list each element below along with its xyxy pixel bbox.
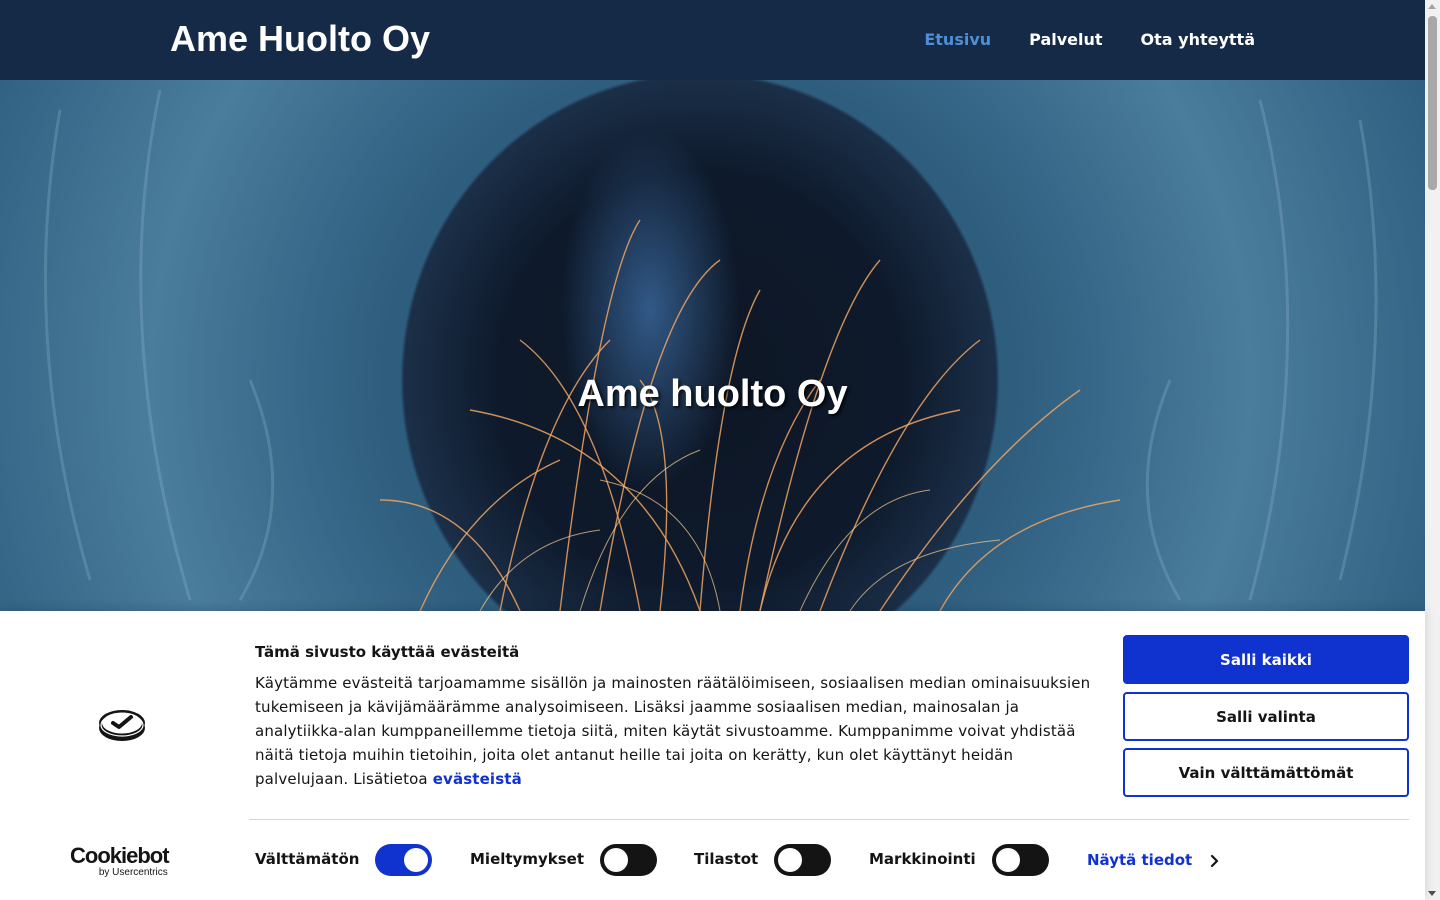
necessary-only-button[interactable]: Vain välttämättömät [1123, 748, 1409, 797]
toggle-knob [404, 848, 428, 872]
site-brand[interactable]: Ame Huolto Oy [170, 18, 430, 60]
cookie-banner-divider [249, 819, 1409, 820]
toggle-statistics-switch[interactable] [774, 844, 831, 876]
nav-item-etusivu[interactable]: Etusivu [924, 30, 991, 49]
toggle-label-statistics: Tilastot [694, 850, 759, 868]
page-scrollbar[interactable] [1425, 0, 1440, 900]
toggle-label-necessary: Välttämätön [255, 850, 360, 868]
toggle-knob [604, 848, 628, 872]
toggle-label-preferences: Mieltymykset [470, 850, 584, 868]
cookiebot-logo-icon [99, 710, 145, 741]
main-nav: Etusivu Palvelut Ota yhteyttä [924, 30, 1255, 49]
show-details-link[interactable]: Näytä tiedot [1087, 851, 1192, 869]
nav-item-ota-yhteytta[interactable]: Ota yhteyttä [1141, 30, 1255, 49]
scrollbar-thumb[interactable] [1428, 16, 1437, 190]
toggle-preferences-switch[interactable] [600, 844, 657, 876]
cookiebot-brand-logo: Cookiebot by Usercentrics [70, 843, 170, 878]
cookie-body-text: Käytämme evästeitä tarjoamamme sisällön … [255, 674, 1091, 788]
cookiebot-name: Cookiebot [70, 843, 170, 868]
cookie-consent-banner: Cookiebot by Usercentrics Tämä sivusto k… [0, 611, 1425, 900]
cookie-info-link[interactable]: evästeistä [433, 770, 522, 788]
toggle-marketing-switch[interactable] [992, 844, 1049, 876]
toggle-knob [996, 848, 1020, 872]
hero-title: Ame huolto Oy [577, 373, 848, 415]
allow-selection-button[interactable]: Salli valinta [1123, 692, 1409, 741]
toggle-knob [778, 848, 802, 872]
cookiebot-byline: by Usercentrics [98, 867, 168, 878]
toggle-necessary-switch[interactable] [375, 844, 432, 876]
hero-banner: Ame huolto Oy [0, 80, 1425, 611]
nav-item-palvelut[interactable]: Palvelut [1029, 30, 1102, 49]
allow-all-button[interactable]: Salli kaikki [1123, 635, 1409, 684]
site-header: Ame Huolto Oy Etusivu Palvelut Ota yhtey… [0, 0, 1425, 80]
scroll-down-arrow-icon[interactable] [1428, 891, 1436, 896]
cookie-banner-description: Käytämme evästeitä tarjoamamme sisällön … [255, 671, 1095, 791]
chevron-right-icon[interactable] [1210, 854, 1220, 868]
cookie-banner-title: Tämä sivusto käyttää evästeitä [255, 643, 520, 661]
hero-background-image [43, 89, 1378, 611]
scroll-up-arrow-icon[interactable] [1428, 4, 1436, 9]
toggle-label-marketing: Markkinointi [869, 850, 976, 868]
